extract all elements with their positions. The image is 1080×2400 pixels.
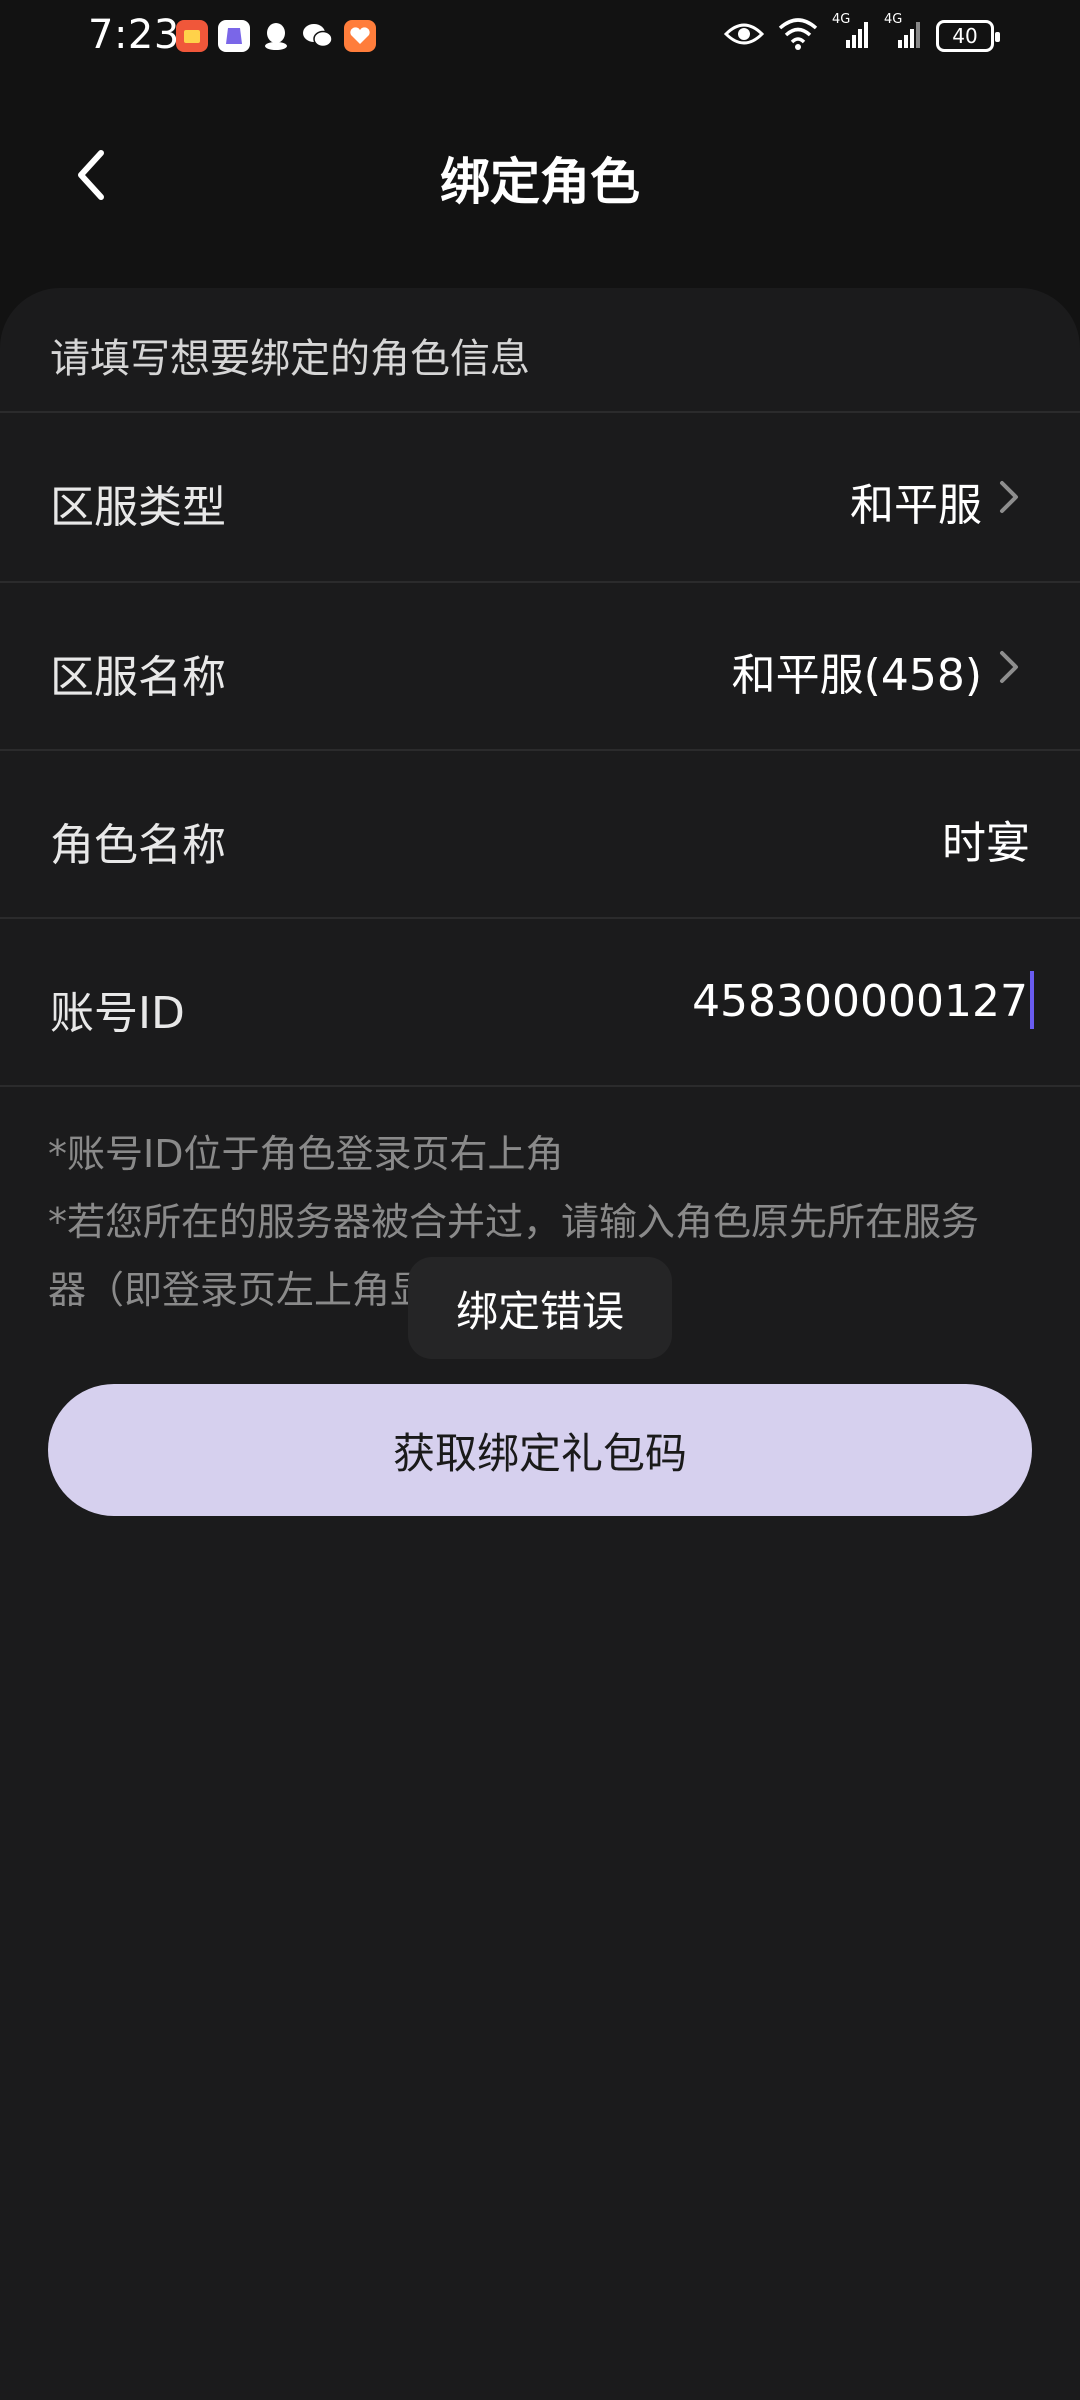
server-name-value: 和平服(458): [731, 650, 982, 701]
network-type-label: 4G: [884, 12, 903, 27]
screen: 7:23 4G 4G 40 绑定角色 请填写想要绑定的角色信息 区服类型 和平服…: [0, 0, 1080, 2400]
wechat-icon: [302, 20, 334, 52]
eye-icon: [723, 20, 765, 52]
divider: [0, 1085, 1080, 1087]
header: 绑定角色: [0, 110, 1080, 240]
cellular-signal-2-icon: 4G: [884, 12, 922, 54]
account-id-value: 458300000127: [692, 976, 1028, 1027]
account-id-row: 账号ID 458300000127: [0, 919, 1080, 1085]
server-type-value: 和平服: [850, 480, 982, 531]
note-line: *账号ID位于角色登录页右上角: [48, 1132, 564, 1176]
role-name-value: 时宴: [942, 818, 1030, 869]
health-app-icon: [344, 20, 376, 52]
status-time: 7:23: [88, 12, 180, 58]
server-type-row[interactable]: 区服类型 和平服: [0, 413, 1080, 579]
chevron-right-icon: [1000, 651, 1018, 683]
notification-icons: [176, 20, 376, 52]
account-id-label: 账号ID: [50, 988, 185, 1039]
role-name-label: 角色名称: [50, 820, 226, 871]
account-id-input[interactable]: 458300000127: [692, 971, 1034, 1033]
role-name-row: 角色名称 时宴: [0, 751, 1080, 917]
server-name-row[interactable]: 区服名称 和平服(458): [0, 583, 1080, 749]
battery-icon: 40: [936, 20, 1000, 52]
battery-level: 40: [952, 24, 978, 48]
error-toast: 绑定错误: [408, 1257, 672, 1359]
qq-icon: [260, 20, 292, 52]
text-caret: [1030, 971, 1034, 1029]
note-line: *若您所在的服务器被合并过，请输入角色原先所在服务: [48, 1200, 980, 1244]
chevron-right-icon: [1000, 481, 1018, 513]
shopping-app-icon: [176, 20, 208, 52]
status-right: 4G 4G 40: [723, 12, 1000, 54]
form-hint: 请填写想要绑定的角色信息: [50, 336, 530, 382]
game-app-icon: [218, 20, 250, 52]
page-title: 绑定角色: [440, 153, 640, 211]
status-bar: 7:23 4G 4G 40: [0, 0, 1080, 80]
server-name-label: 区服名称: [50, 652, 226, 703]
cellular-signal-1-icon: 4G: [832, 12, 870, 54]
wifi-icon: [778, 18, 818, 54]
network-type-label: 4G: [832, 12, 851, 27]
server-type-label: 区服类型: [50, 482, 226, 533]
get-gift-code-button[interactable]: 获取绑定礼包码: [48, 1384, 1032, 1516]
